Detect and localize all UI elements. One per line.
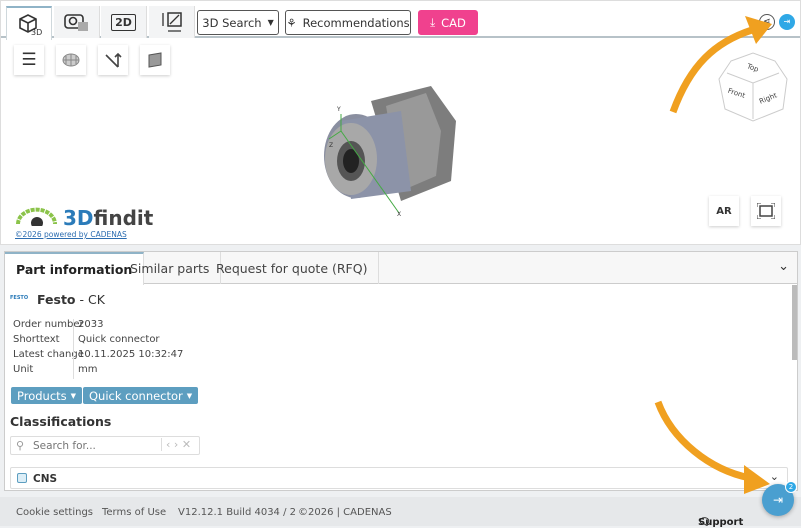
- tab-dimensions[interactable]: [149, 6, 195, 38]
- parts-list-button[interactable]: ☰: [14, 45, 44, 75]
- collapse-icon: ⇥: [783, 17, 791, 26]
- festo-logo: FESTO: [10, 295, 29, 301]
- cookie-settings-link[interactable]: Cookie settings: [16, 507, 93, 518]
- cad-download-button[interactable]: ⤓ CAD: [418, 10, 478, 35]
- ar-button[interactable]: AR: [709, 196, 739, 226]
- collapse-panel-icon[interactable]: ⌄: [778, 259, 789, 274]
- gauge-logo-icon: [16, 207, 57, 229]
- 3d-model[interactable]: Y Z X: [311, 81, 461, 221]
- wireframe-button[interactable]: [56, 45, 86, 75]
- svg-text:X: X: [397, 211, 401, 218]
- dimensions-icon: [161, 12, 182, 32]
- notification-badge: 2: [785, 481, 797, 493]
- svg-text:3D: 3D: [31, 28, 42, 36]
- version-text: V12.12.1 Build 4034 / 2: [178, 507, 297, 518]
- 3dfindit-logo: 3Dfindit ©2026 powered by CADENAS: [15, 206, 154, 239]
- tree-item-cns[interactable]: CNS ⌄: [10, 467, 788, 489]
- download-icon: ⤓: [430, 15, 436, 29]
- svg-text:Y: Y: [336, 106, 341, 113]
- measure-button[interactable]: [98, 45, 128, 75]
- camera-cube-icon: [63, 14, 88, 31]
- share-button[interactable]: ⋖: [759, 14, 775, 30]
- 2d-icon: 2D: [111, 13, 136, 31]
- classification-search: ⚲ ‹ › ✕: [10, 436, 200, 455]
- search-icon: ⚲: [16, 439, 25, 452]
- recommendations-button[interactable]: ⚘ Recommendations: [285, 10, 411, 35]
- wireframe-icon: [62, 53, 80, 67]
- 3d-search-dropdown[interactable]: 3D Search ▼: [197, 10, 279, 35]
- next-icon[interactable]: ›: [174, 438, 178, 451]
- ar-icon: AR: [716, 205, 732, 217]
- classifications-heading: Classifications: [10, 414, 112, 429]
- expand-icon[interactable]: ⌄: [770, 470, 779, 483]
- scrollbar[interactable]: [792, 285, 797, 360]
- section-icon: [148, 52, 162, 68]
- measure-icon: [105, 52, 122, 68]
- caret-down-icon: ▼: [70, 391, 77, 400]
- chat-fab[interactable]: ⇥ 2: [762, 481, 797, 516]
- terms-link[interactable]: Terms of Use: [102, 507, 166, 518]
- fullscreen-button[interactable]: [751, 196, 781, 226]
- list-icon: ☰: [21, 50, 37, 70]
- recommendations-icon: ⚘: [286, 15, 297, 30]
- caret-down-icon: ▼: [186, 391, 193, 400]
- section-button[interactable]: [140, 45, 170, 75]
- part-title: Festo - CK: [37, 292, 105, 307]
- collapse-icon: ⇥: [772, 493, 784, 507]
- tab-rfq[interactable]: Request for quote (RFQ): [205, 252, 380, 284]
- cube-3d-icon: 3D: [19, 14, 42, 36]
- clear-icon[interactable]: ✕: [182, 438, 191, 451]
- copyright-text: ©2026 | CADENAS: [298, 507, 392, 518]
- footer: Cookie settings Terms of Use V12.12.1 Bu…: [0, 497, 801, 528]
- info-panel: Part information Similar parts Request f…: [4, 251, 798, 491]
- checkbox-icon[interactable]: [17, 473, 27, 483]
- quick-connector-chip[interactable]: Quick connector ▼: [83, 387, 199, 404]
- fullscreen-icon: [757, 203, 775, 219]
- view-cube[interactable]: Top Front Right: [717, 51, 789, 123]
- cadenas-link[interactable]: ©2026 powered by CADENAS: [15, 230, 127, 239]
- caret-down-icon: ▼: [267, 18, 274, 27]
- collapse-button[interactable]: ⇥: [779, 14, 795, 30]
- svg-text:Z: Z: [329, 142, 333, 149]
- products-chip[interactable]: Products ▼: [11, 387, 83, 404]
- prev-icon[interactable]: ‹: [166, 438, 170, 451]
- tab-3d[interactable]: 3D: [6, 6, 52, 40]
- viewer-area[interactable]: 3D 2D 3D Search ▼ ⚘ Recommendations ⤓ CAD ⋖…: [0, 0, 801, 245]
- search-input[interactable]: [33, 438, 155, 453]
- tab-snapshot[interactable]: [54, 6, 100, 38]
- tab-2d[interactable]: 2D: [101, 6, 147, 38]
- share-icon: ⋖: [763, 17, 771, 27]
- toolbar: 3D 2D 3D Search ▼ ⚘ Recommendations ⤓ CAD ⋖…: [1, 1, 800, 40]
